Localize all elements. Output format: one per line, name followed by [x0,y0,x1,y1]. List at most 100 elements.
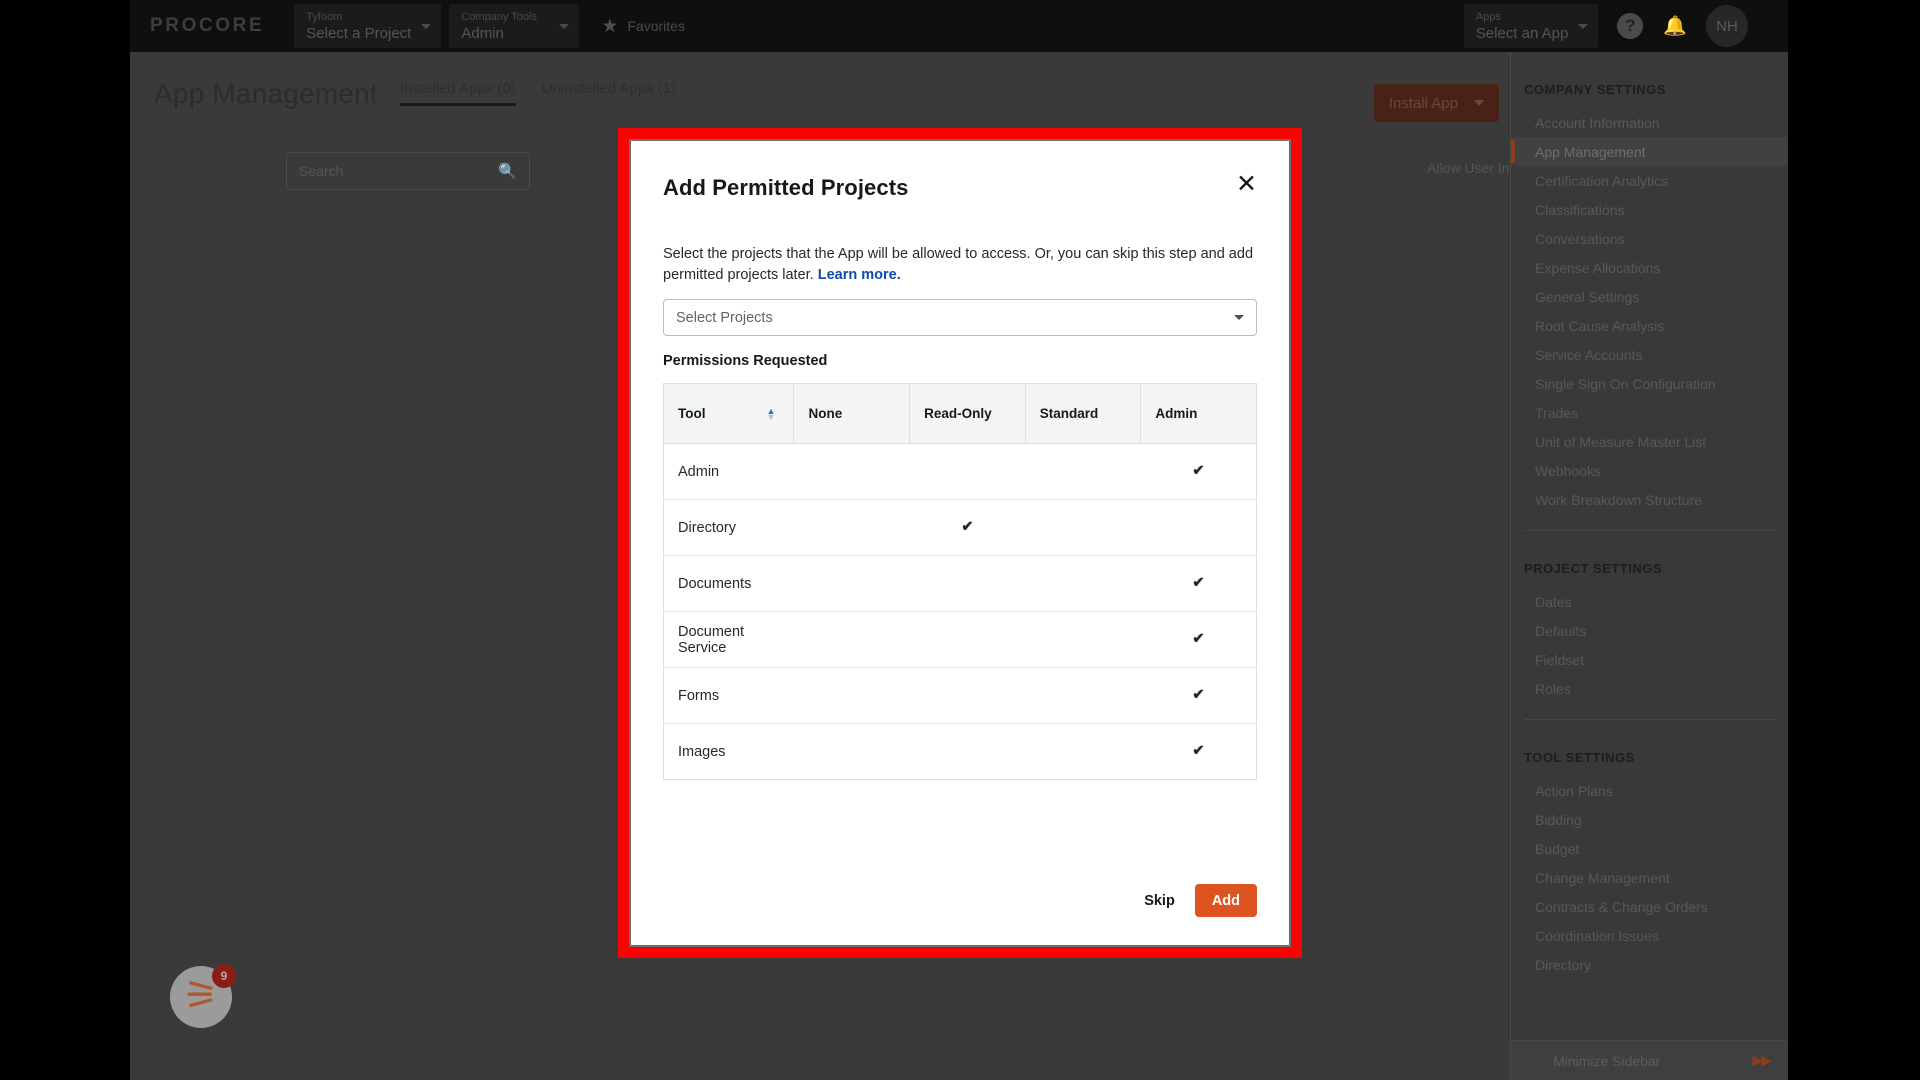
table-row: Admin ✔ [664,444,1257,500]
company-tools-selector[interactable]: Company Tools Admin [449,4,579,48]
sidebar-item-work-breakdown-structure[interactable]: Work Breakdown Structure [1511,485,1788,514]
company-tools-label: Company Tools [461,10,549,24]
sidebar-item-single-sign-on-configuration[interactable]: Single Sign On Configuration [1511,369,1788,398]
apps-selector[interactable]: Apps Select an App [1464,4,1599,48]
sidebar-item-defaults[interactable]: Defaults [1511,616,1788,645]
cell-none[interactable] [794,556,910,612]
cell-standard[interactable] [1025,724,1141,780]
table-row: Documents ✔ [664,556,1257,612]
sidebar-item-conversations[interactable]: Conversations [1511,224,1788,253]
sidebar-item-coordination-issues[interactable]: Coordination Issues [1511,921,1788,950]
add-permitted-projects-dialog: Add Permitted Projects ✕ Select the proj… [629,139,1291,947]
tab-uninstalled-apps[interactable]: Uninstalled Apps (1) [542,80,676,106]
learn-more-link[interactable]: Learn more. [818,267,901,283]
cell-standard[interactable] [1025,668,1141,724]
chevron-down-icon [1474,100,1484,106]
sidebar-item-roles[interactable]: Roles [1511,674,1788,703]
sidebar-item-directory[interactable]: Directory [1511,950,1788,979]
column-header-standard[interactable]: Standard [1025,384,1141,444]
sidebar-item-root-cause-analysis[interactable]: Root Cause Analysis [1511,311,1788,340]
cell-read-only[interactable] [910,444,1026,500]
sidebar-item-fieldset[interactable]: Fieldset [1511,645,1788,674]
sidebar-item-webhooks[interactable]: Webhooks [1511,456,1788,485]
project-selector-label: Tyfoom [306,10,411,24]
modal-description: Select the projects that the App will be… [663,244,1257,286]
cell-none[interactable] [794,612,910,668]
sidebar-item-general-settings[interactable]: General Settings [1511,282,1788,311]
cell-tool: Forms [664,668,794,724]
project-selector-value: Select a Project [306,24,411,43]
minimize-sidebar-button[interactable]: Minimize Sidebar ▶▶ [1511,1040,1788,1080]
select-projects-dropdown[interactable]: Select Projects [663,299,1257,336]
search-placeholder: Search [299,163,343,179]
cell-standard[interactable] [1025,612,1141,668]
cell-none[interactable] [794,724,910,780]
sidebar-item-action-plans[interactable]: Action Plans [1511,776,1788,805]
cell-standard[interactable] [1025,556,1141,612]
sidebar-item-certification-analytics[interactable]: Certification Analytics [1511,166,1788,195]
page-title: App Management [154,78,378,110]
cell-read-only[interactable] [910,668,1026,724]
permissions-table-body: Admin ✔ Directory ✔ Documents [664,444,1257,780]
column-header-read-only[interactable]: Read-Only [910,384,1026,444]
modal-description-text: Select the projects that the App will be… [663,246,1253,283]
cell-read-only[interactable] [910,556,1026,612]
cell-read-only[interactable]: ✔ [910,500,1026,556]
cell-read-only[interactable] [910,724,1026,780]
sidebar-item-dates[interactable]: Dates [1511,587,1788,616]
sidebar-item-contracts-change-orders[interactable]: Contracts & Change Orders [1511,892,1788,921]
apps-selector-value: Select an App [1476,24,1569,43]
project-selector[interactable]: Tyfoom Select a Project [294,4,441,48]
select-projects-placeholder: Select Projects [676,310,773,326]
avatar[interactable]: NH [1706,5,1748,47]
procore-logo[interactable]: PROCORE [150,15,264,37]
cell-admin[interactable] [1141,500,1257,556]
cell-admin[interactable]: ✔ [1141,612,1257,668]
help-icon[interactable]: ? [1617,13,1643,39]
sidebar-group-title-company-settings: COMPANY SETTINGS [1511,82,1788,97]
sidebar-item-unit-of-measure-master-list[interactable]: Unit of Measure Master List [1511,427,1788,456]
chat-unread-badge: 9 [212,964,236,988]
skip-button[interactable]: Skip [1140,885,1179,917]
search-input[interactable]: Search 🔍 [286,152,530,190]
chevron-down-icon [421,24,431,29]
cell-admin[interactable]: ✔ [1141,668,1257,724]
cell-standard[interactable] [1025,444,1141,500]
column-header-admin[interactable]: Admin [1141,384,1257,444]
sidebar-item-app-management[interactable]: App Management [1511,137,1788,166]
install-app-button[interactable]: Install App [1374,84,1499,122]
sidebar-item-expense-allocations[interactable]: Expense Allocations [1511,253,1788,282]
add-button[interactable]: Add [1195,884,1257,917]
sidebar-item-budget[interactable]: Budget [1511,834,1788,863]
cell-admin[interactable]: ✔ [1141,444,1257,500]
tab-installed-apps[interactable]: Installed Apps (0) [400,80,516,106]
chat-widget-button[interactable]: ⚞ 9 [170,966,232,1028]
sidebar-group-title-tool-settings: TOOL SETTINGS [1511,750,1788,765]
sort-icon: ▲▼ [767,408,776,420]
column-header-tool[interactable]: Tool ▲▼ [664,384,794,444]
screen: PROCORE Tyfoom Select a Project Company … [0,0,1920,1080]
cell-admin[interactable]: ✔ [1141,724,1257,780]
cell-tool: Admin [664,444,794,500]
cell-read-only[interactable] [910,612,1026,668]
column-header-none[interactable]: None [794,384,910,444]
sidebar-item-change-management[interactable]: Change Management [1511,863,1788,892]
sidebar-item-service-accounts[interactable]: Service Accounts [1511,340,1788,369]
favorites-button[interactable]: ★ Favorites [601,17,685,36]
modal-footer: Skip Add [663,862,1257,917]
cell-none[interactable] [794,444,910,500]
top-navbar: PROCORE Tyfoom Select a Project Company … [130,0,1788,52]
notifications-bell-icon[interactable]: 🔔 [1663,14,1687,38]
close-icon[interactable]: ✕ [1236,174,1257,194]
sidebar-item-classifications[interactable]: Classifications [1511,195,1788,224]
cell-standard[interactable] [1025,500,1141,556]
cell-tool: Document Service [664,612,794,668]
cell-none[interactable] [794,500,910,556]
sidebar-item-account-information[interactable]: Account Information [1511,108,1788,137]
table-row: Document Service ✔ [664,612,1257,668]
cell-admin[interactable]: ✔ [1141,556,1257,612]
sidebar-item-bidding[interactable]: Bidding [1511,805,1788,834]
sidebar-item-trades[interactable]: Trades [1511,398,1788,427]
tab-bar: Installed Apps (0) Uninstalled Apps (1) [400,80,676,110]
cell-none[interactable] [794,668,910,724]
